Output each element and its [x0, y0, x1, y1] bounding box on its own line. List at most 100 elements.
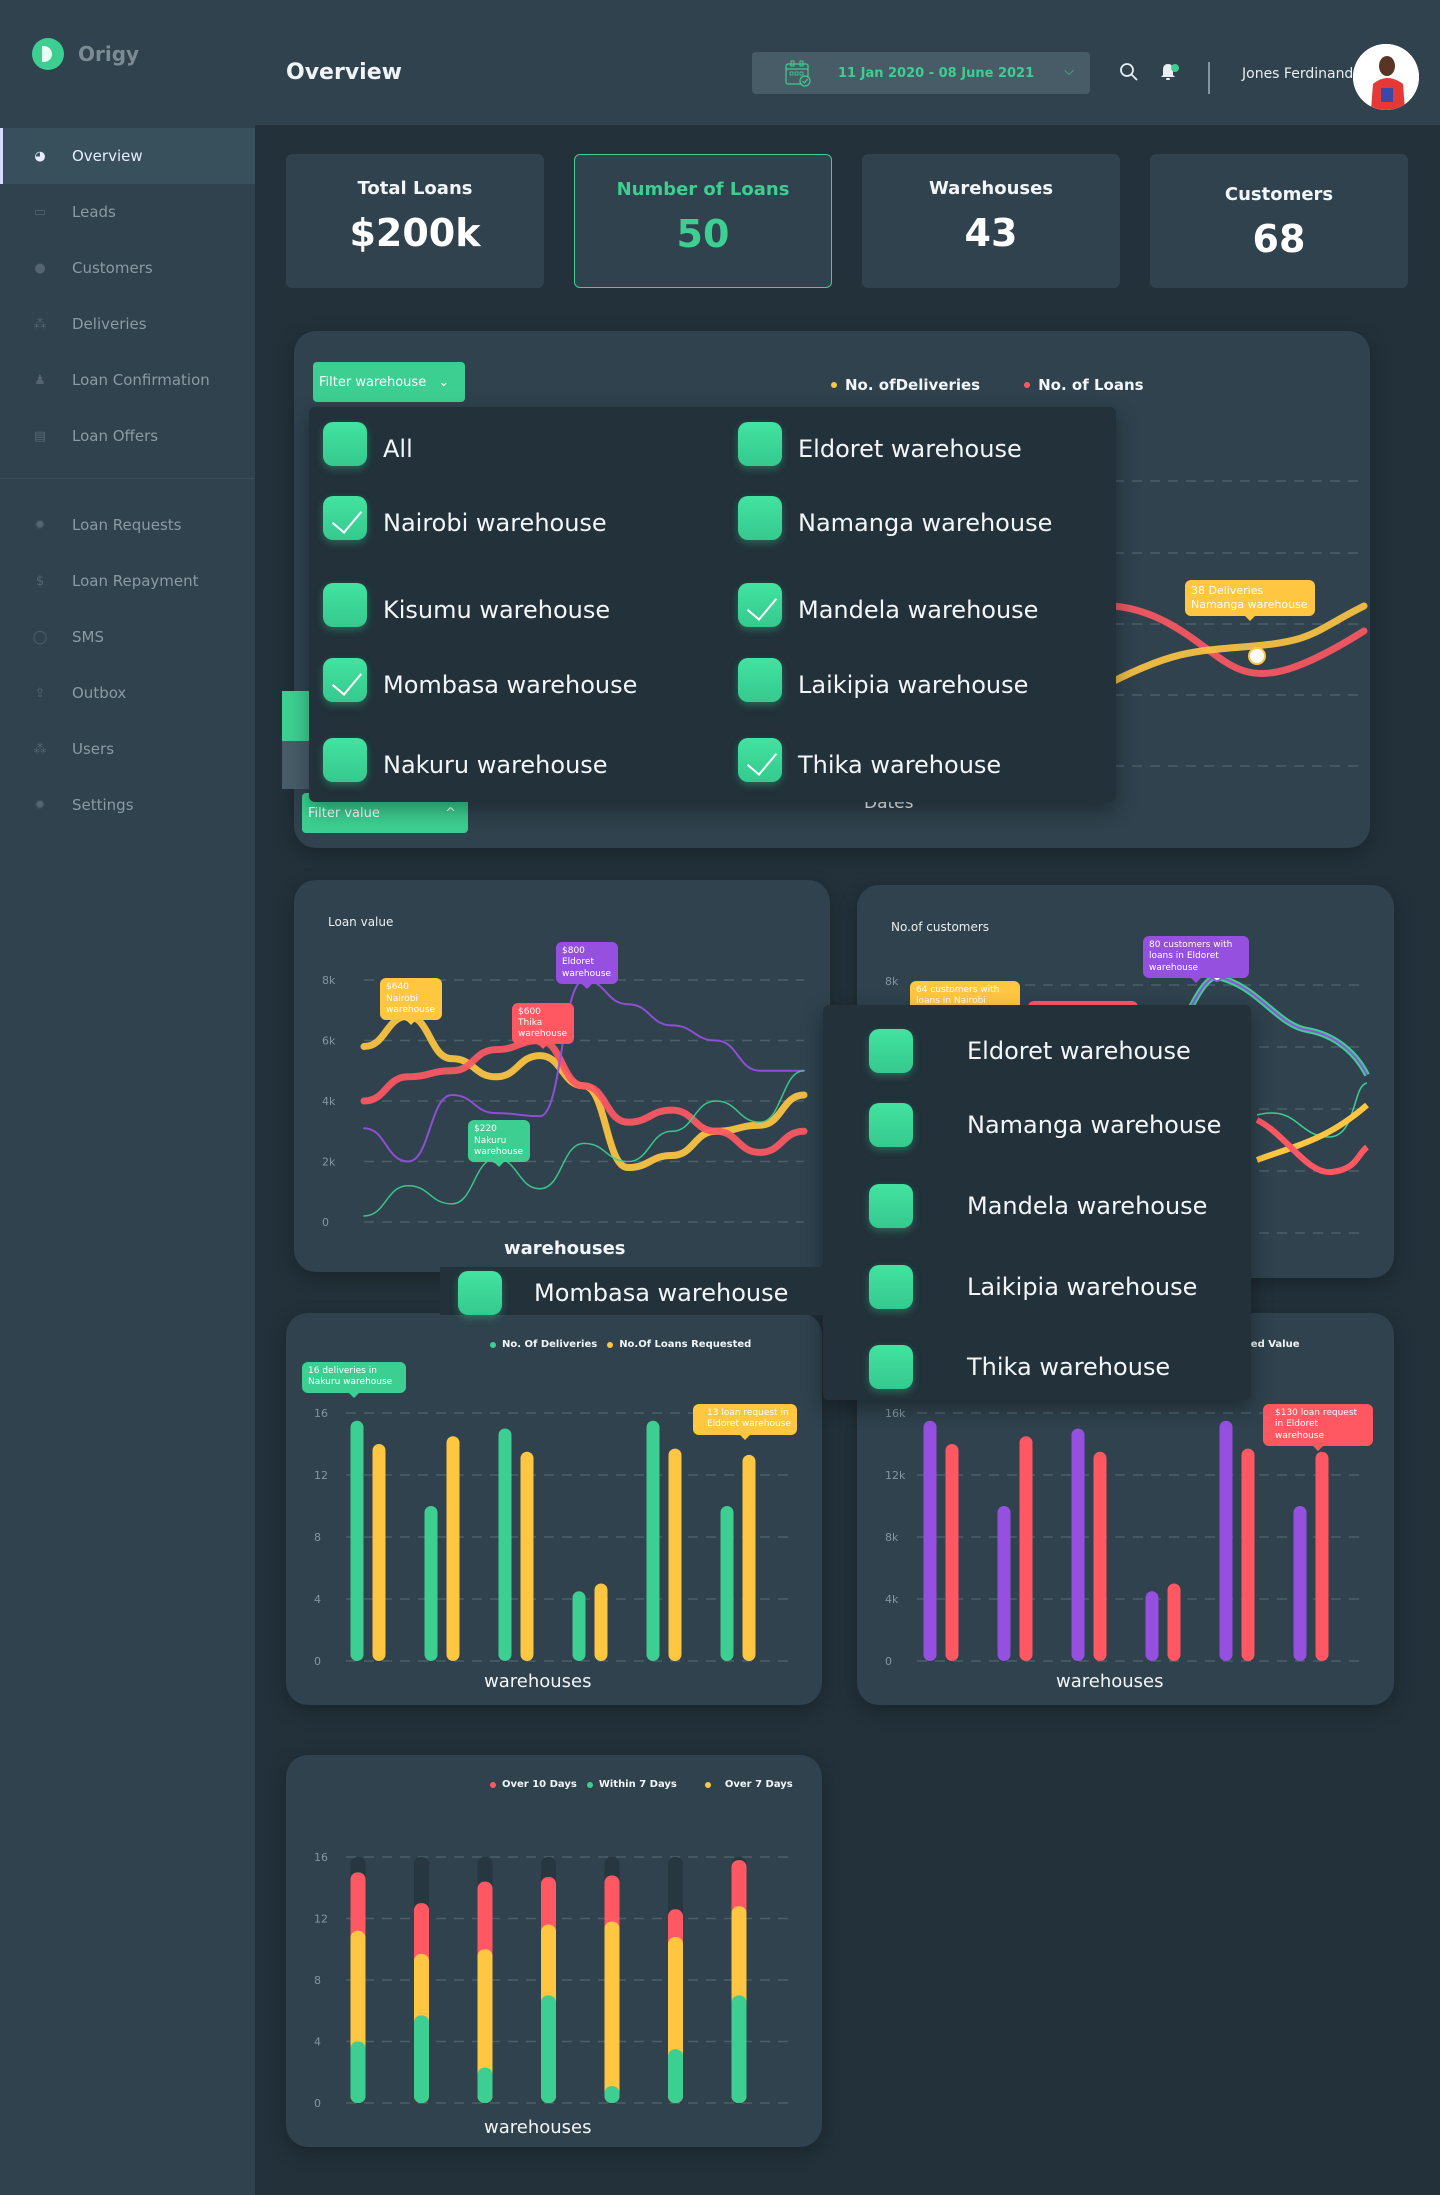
bar-no-of-loans-requested[interactable] — [446, 1436, 460, 1661]
stat-card-warehouses[interactable]: Warehouses 43 — [862, 154, 1120, 288]
bar-purple[interactable] — [1071, 1428, 1085, 1662]
stacked-segment-within-7-days[interactable] — [731, 1995, 747, 2103]
annotation-tooltip: $800 Eldoret warehouse — [556, 942, 618, 989]
filter-warehouse-button[interactable]: Filter warehouse ⌄ — [313, 362, 465, 402]
bar-red[interactable] — [1167, 1583, 1181, 1662]
bar-purple[interactable] — [923, 1420, 937, 1661]
chevron-up-icon: ^ — [445, 805, 456, 821]
bar-no-of-loans-requested[interactable] — [668, 1448, 682, 1661]
stat-card-total-loans[interactable]: Total Loans $200k — [286, 154, 544, 288]
sidebar-item-overview[interactable]: ◕ Overview — [0, 128, 255, 184]
sidebar-item-leads[interactable]: ▭ Leads — [0, 184, 255, 240]
bar-no-of-deliveries[interactable] — [350, 1420, 364, 1661]
search-icon[interactable] — [1119, 62, 1139, 82]
dropdown-option-mombasa-warehouse[interactable]: Mombasa warehouse — [323, 658, 637, 702]
dropdown-option-all[interactable]: All — [323, 422, 413, 466]
bar-purple[interactable] — [1219, 1420, 1233, 1661]
sidebar-item-outbox[interactable]: ⇪ Outbox — [0, 665, 255, 721]
checkbox[interactable] — [323, 658, 367, 702]
sidebar-item-settings[interactable]: ✹ Settings — [0, 777, 255, 833]
bar-red[interactable] — [1019, 1436, 1033, 1661]
bar-red[interactable] — [1093, 1451, 1107, 1661]
dropdown-option-nakuru-warehouse[interactable]: Nakuru warehouse — [323, 738, 608, 782]
stacked-segment-within-7-days[interactable] — [350, 2041, 366, 2104]
dropdown2-option-mombasa-warehouse[interactable]: Mombasa warehouse — [458, 1271, 788, 1315]
bar-no-of-loans-requested[interactable] — [742, 1454, 756, 1661]
dropdown-option-thika-warehouse[interactable]: Thika warehouse — [738, 738, 1001, 782]
checkbox[interactable] — [458, 1271, 502, 1315]
stat-card-customers[interactable]: Customers 68 — [1150, 154, 1408, 288]
dropdown2-option-eldoret-warehouse[interactable]: Eldoret warehouse — [869, 1029, 1191, 1073]
dropdown2-option-mandela-warehouse[interactable]: Mandela warehouse — [869, 1184, 1207, 1228]
sidebar-item-users[interactable]: ⁂ Users — [0, 721, 255, 777]
checkbox[interactable] — [323, 496, 367, 540]
bar-no-of-deliveries[interactable] — [424, 1506, 438, 1661]
logo[interactable]: Origy — [32, 38, 139, 70]
sidebar-item-loan-offers[interactable]: ▤ Loan Offers — [0, 408, 255, 464]
y-tick: 12 — [314, 1913, 328, 1926]
checkbox[interactable] — [869, 1345, 913, 1389]
y-tick: 16 — [314, 1851, 328, 1864]
dropdown2-option-laikipia-warehouse[interactable]: Laikipia warehouse — [869, 1265, 1197, 1309]
sidebar-item-loan-repayment[interactable]: $ Loan Repayment — [0, 553, 255, 609]
stacked-segment-within-7-days[interactable] — [477, 2067, 493, 2103]
bar-purple[interactable] — [1145, 1591, 1159, 1661]
dropdown2-option-thika-warehouse[interactable]: Thika warehouse — [869, 1345, 1170, 1389]
bar-red[interactable] — [945, 1444, 959, 1661]
user-name[interactable]: Jones Ferdinand — [1242, 66, 1353, 82]
dropdown-option-namanga-warehouse[interactable]: Namanga warehouse — [738, 496, 1052, 540]
stat-card-number-of-loans[interactable]: Number of Loans 50 — [574, 154, 832, 288]
checkbox[interactable] — [738, 422, 782, 466]
checkbox[interactable] — [738, 658, 782, 702]
checkbox[interactable] — [323, 583, 367, 627]
bar-no-of-deliveries[interactable] — [498, 1428, 512, 1662]
checkbox[interactable] — [738, 496, 782, 540]
option-label: Laikipia warehouse — [798, 671, 1029, 699]
bar-no-of-deliveries[interactable] — [720, 1506, 734, 1661]
dropdown-option-laikipia-warehouse[interactable]: Laikipia warehouse — [738, 658, 1028, 702]
sidebar-item-label: Deliveries — [72, 315, 147, 333]
bar-no-of-loans-requested[interactable] — [372, 1444, 386, 1661]
top-chart-legend: No. ofDeliveries No. of Loans — [831, 376, 1144, 394]
checkbox[interactable] — [323, 738, 367, 782]
checkbox[interactable] — [869, 1184, 913, 1228]
dropdown-option-nairobi-warehouse[interactable]: Nairobi warehouse — [323, 496, 607, 540]
avatar-image — [1353, 44, 1419, 110]
checkbox[interactable] — [738, 738, 782, 782]
sidebar-item-customers[interactable]: ● Customers — [0, 240, 255, 296]
checkbox[interactable] — [869, 1265, 913, 1309]
date-range-picker[interactable]: 11 Jan 2020 - 08 June 2021 ⌵ — [752, 52, 1090, 94]
stacked-segment-within-7-days[interactable] — [668, 2049, 683, 2103]
checkbox[interactable] — [869, 1103, 913, 1147]
bar-no-of-loans-requested[interactable] — [594, 1583, 608, 1662]
avatar[interactable] — [1353, 44, 1419, 110]
sidebar-item-sms[interactable]: ◯ SMS — [0, 609, 255, 665]
eldoret-loans-tooltip: 13 loan request in Eldoret warehouse — [693, 1404, 797, 1439]
stacked-segment-within-7-days[interactable] — [604, 2086, 620, 2103]
sidebar-item-loan-requests[interactable]: ✹ Loan Requests — [0, 497, 255, 553]
bar-no-of-deliveries[interactable] — [572, 1591, 586, 1661]
stat-value: 43 — [964, 211, 1018, 255]
bar-no-of-loans-requested[interactable] — [520, 1451, 534, 1661]
page-title: Overview — [286, 60, 402, 85]
stacked-segment-over-7-days[interactable] — [604, 1921, 620, 2103]
bar-purple[interactable] — [997, 1506, 1011, 1661]
bar-red[interactable] — [1241, 1448, 1255, 1661]
stacked-segment-within-7-days[interactable] — [414, 2015, 429, 2103]
bar-no-of-deliveries[interactable] — [646, 1420, 660, 1661]
bar-red[interactable] — [1315, 1451, 1329, 1661]
repayment-stacked-chart: 0 4 8 12 16 — [314, 1851, 796, 2110]
dropdown-option-eldoret-warehouse[interactable]: Eldoret warehouse — [738, 422, 1022, 466]
checkbox[interactable] — [738, 583, 782, 627]
sidebar-item-deliveries[interactable]: ⁂ Deliveries — [0, 296, 255, 352]
dropdown-option-kisumu-warehouse[interactable]: Kisumu warehouse — [323, 583, 610, 627]
stacked-segment-within-7-days[interactable] — [541, 1995, 556, 2103]
sidebar-item-loan-confirmation[interactable]: ♟ Loan Confirmation — [0, 352, 255, 408]
dropdown2-option-namanga-warehouse[interactable]: Namanga warehouse — [869, 1103, 1221, 1147]
checkbox[interactable] — [869, 1029, 913, 1073]
checkbox[interactable] — [323, 422, 367, 466]
header-divider — [1208, 62, 1210, 94]
bar-purple[interactable] — [1293, 1506, 1307, 1661]
dropdown-option-mandela-warehouse[interactable]: Mandela warehouse — [738, 583, 1038, 627]
sidebar-item-label: Overview — [72, 147, 143, 165]
